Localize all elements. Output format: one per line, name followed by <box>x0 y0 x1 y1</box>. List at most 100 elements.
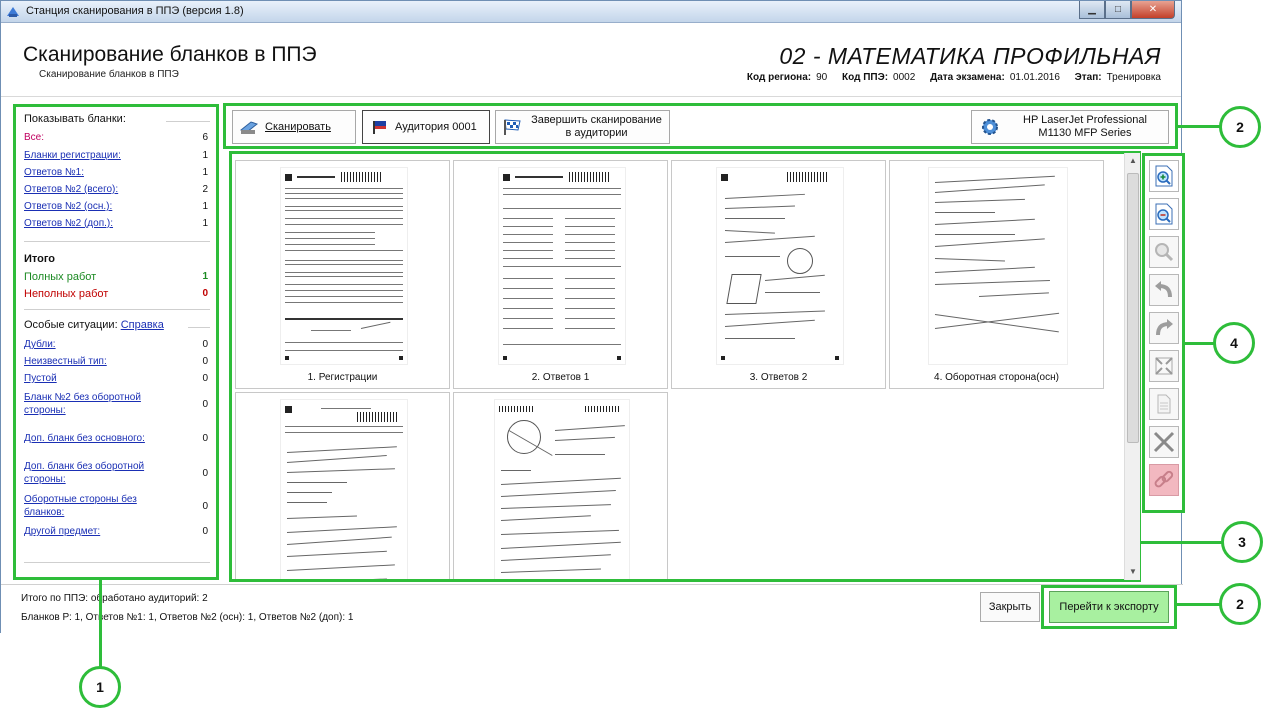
callout-1: 1 <box>79 666 121 708</box>
thumbnail-caption: 3. Ответов 2 <box>749 372 808 383</box>
window-controls: ▁ □ ✕ <box>1079 1 1175 19</box>
rotate-right-button[interactable] <box>1149 312 1179 344</box>
special-unknown-type-link[interactable]: Неизвестный тип: <box>24 356 107 367</box>
close-button[interactable]: Закрыть <box>980 592 1040 622</box>
page-icon <box>1157 394 1171 414</box>
form-thumbnail-back-side[interactable]: 4. Оборотная сторона(осн) <box>889 160 1104 389</box>
callout-connector <box>1176 603 1222 606</box>
scroll-down-icon[interactable]: ▼ <box>1125 564 1141 580</box>
filter-answers2-extra-link[interactable]: Ответов №2 (доп.): <box>24 218 113 229</box>
zoom-in-button[interactable] <box>1149 160 1179 192</box>
divider <box>24 241 210 242</box>
special-extra-no-back-count: 0 <box>202 468 208 479</box>
stage-label: Этап: <box>1074 72 1102 83</box>
scrollbar-thumb[interactable] <box>1127 173 1139 443</box>
page-subtitle: Сканирование бланков в ППЭ <box>39 69 179 80</box>
filter-answers2-total-link[interactable]: Ответов №2 (всего): <box>24 184 118 195</box>
room-button-label: Аудитория 0001 <box>395 121 477 133</box>
special-empty-count: 0 <box>202 373 208 384</box>
special-extra-no-main-link[interactable]: Доп. бланк без основного: <box>24 433 145 444</box>
maximize-icon[interactable]: □ <box>1105 1 1131 19</box>
special-unknown-type-count: 0 <box>202 356 208 367</box>
rotate-left-button[interactable] <box>1149 274 1179 306</box>
scanner-select-button[interactable]: HP LaserJet Professional M1130 MFP Serie… <box>971 110 1169 144</box>
divider <box>166 121 210 122</box>
special-extra-no-back[interactable]: Доп. бланк без оборотной стороны: 0 <box>24 460 208 486</box>
finish-scanning-label: Завершить сканирование в аудитории <box>531 114 662 139</box>
gear-icon <box>982 119 998 135</box>
divider <box>24 309 210 310</box>
special-extra-no-main[interactable]: Доп. бланк без основного: 0 <box>24 433 208 444</box>
special-duplicates[interactable]: Дубли: 0 <box>24 339 208 350</box>
special-no-back-side-count: 0 <box>202 399 208 410</box>
form-thumbnail-answers1[interactable]: 2. Ответов 1 <box>453 160 668 389</box>
close-icon[interactable]: ✕ <box>1131 1 1175 19</box>
filter-registration-link[interactable]: Бланки регистрации: <box>24 150 121 161</box>
special-unknown-type[interactable]: Неизвестный тип: 0 <box>24 356 208 367</box>
filter-all-link[interactable]: Все: <box>24 132 44 143</box>
filter-answers2-extra[interactable]: Ответов №2 (доп.): 1 <box>24 218 208 229</box>
special-situations-title: Особые ситуации: Справка <box>24 319 164 331</box>
filter-all[interactable]: Все: 6 <box>24 132 208 143</box>
page-header: Сканирование бланков в ППЭ Сканирование … <box>1 23 1181 97</box>
room-button[interactable]: Аудитория 0001 <box>362 110 490 144</box>
scroll-up-icon[interactable]: ▲ <box>1125 153 1141 169</box>
ppe-label: Код ППЭ: <box>842 72 889 83</box>
export-button[interactable]: Перейти к экспорту <box>1049 591 1169 623</box>
form-thumbnail-answers2-extra[interactable] <box>235 392 450 579</box>
scanned-forms-gallery: 1. Регистрации 2. Ответов 1 3. Ответов 2… <box>232 154 1138 579</box>
special-situations-label: Особые ситуации: <box>24 319 118 331</box>
main-toolbar: Сканировать Аудитория 0001 Завершить ска… <box>223 103 1178 149</box>
filter-answers2-main-link[interactable]: Ответов №2 (осн.): <box>24 201 112 212</box>
callout-2-export: 2 <box>1219 583 1261 625</box>
app-window: Станция сканирования в ППЭ (версия 1.8) … <box>0 0 1185 634</box>
partial-works-row: Неполных работ 0 <box>24 288 208 300</box>
special-back-no-forms-link[interactable]: Оборотные стороны без бланков: <box>24 493 174 519</box>
filter-answers2-main[interactable]: Ответов №2 (осн.): 1 <box>24 201 208 212</box>
special-back-no-forms-count: 0 <box>202 501 208 512</box>
filter-answers2-total-count: 2 <box>202 184 208 195</box>
special-other-subject[interactable]: Другой предмет: 0 <box>24 526 208 537</box>
form-thumbnail-back-side-extra[interactable] <box>453 392 668 579</box>
form-thumbnail-registration[interactable]: 1. Регистрации <box>235 160 450 389</box>
rotate-right-icon <box>1156 319 1173 336</box>
magnifier-icon <box>1155 243 1174 262</box>
form-thumbnail-answers2[interactable]: 3. Ответов 2 <box>671 160 886 389</box>
stage-value: Тренировка <box>1106 72 1161 83</box>
finish-scanning-button[interactable]: Завершить сканирование в аудитории <box>495 110 670 144</box>
link-button[interactable] <box>1149 464 1179 496</box>
special-extra-no-back-link[interactable]: Доп. бланк без оборотной стороны: <box>24 460 174 486</box>
filter-answers1-link[interactable]: Ответов №1: <box>24 167 84 178</box>
magnifier-button[interactable] <box>1149 236 1179 268</box>
special-other-subject-link[interactable]: Другой предмет: <box>24 526 100 537</box>
help-link[interactable]: Справка <box>121 319 164 331</box>
minimize-icon[interactable]: ▁ <box>1079 1 1105 19</box>
zoom-out-button[interactable] <box>1149 198 1179 230</box>
zoom-out-icon <box>1155 203 1173 225</box>
filter-registration[interactable]: Бланки регистрации: 1 <box>24 150 208 161</box>
filter-answers2-total[interactable]: Ответов №2 (всего): 2 <box>24 184 208 195</box>
callout-4: 4 <box>1213 322 1255 364</box>
filter-answers1[interactable]: Ответов №1: 1 <box>24 167 208 178</box>
special-no-back-side[interactable]: Бланк №2 без оборотной стороны: 0 <box>24 391 208 417</box>
scan-button[interactable]: Сканировать <box>232 110 356 144</box>
special-no-back-side-link[interactable]: Бланк №2 без оборотной стороны: <box>24 391 174 417</box>
special-empty[interactable]: Пустой 0 <box>24 373 208 384</box>
window-title: Станция сканирования в ППЭ (версия 1.8) <box>26 5 244 17</box>
page-button[interactable] <box>1149 388 1179 420</box>
show-forms-title: Показывать бланки: <box>24 113 126 125</box>
link-icon <box>1154 470 1174 488</box>
delete-button[interactable] <box>1149 426 1179 458</box>
full-works-row: Полных работ 1 <box>24 271 208 283</box>
special-other-subject-count: 0 <box>202 526 208 537</box>
fit-icon <box>1155 357 1173 375</box>
special-empty-link[interactable]: Пустой <box>24 373 57 384</box>
special-back-no-forms[interactable]: Оборотные стороны без бланков: 0 <box>24 493 208 519</box>
page-title: Сканирование бланков в ППЭ <box>23 43 317 66</box>
special-duplicates-link[interactable]: Дубли: <box>24 339 56 350</box>
exam-info: Код региона: 90 Код ППЭ: 0002 Дата экзамен… <box>735 72 1161 83</box>
gallery-scrollbar[interactable]: ▲ ▼ <box>1124 153 1140 580</box>
fit-to-window-button[interactable] <box>1149 350 1179 382</box>
filter-all-count: 6 <box>202 132 208 143</box>
scanned-forms-gallery-frame: 1. Регистрации 2. Ответов 1 3. Ответов 2… <box>229 151 1141 582</box>
